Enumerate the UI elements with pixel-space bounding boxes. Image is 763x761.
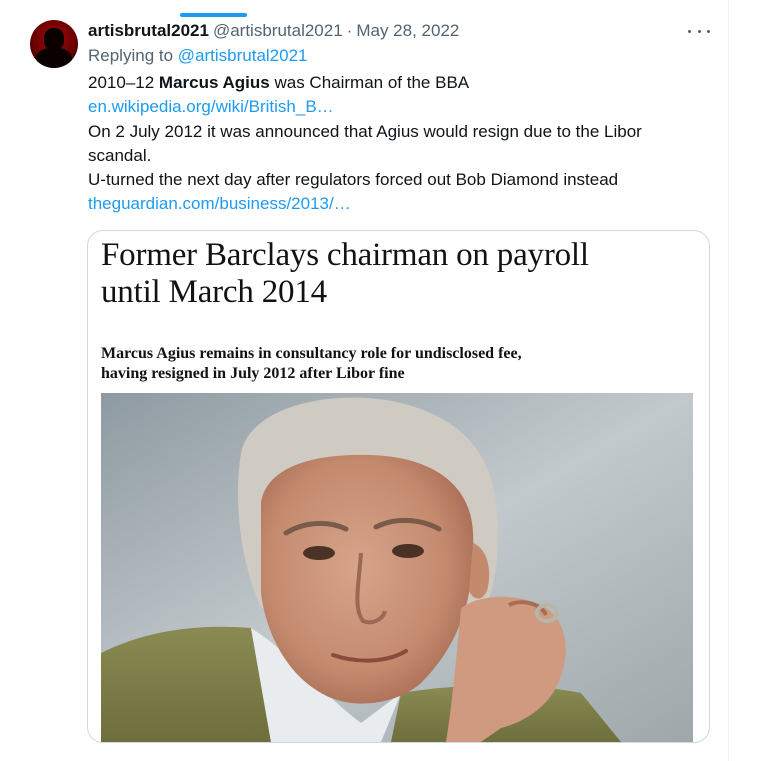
attached-image-card[interactable]: Former Barclays chairman on payroll unti… <box>87 230 710 743</box>
article-headline: Former Barclays chairman on payroll unti… <box>101 237 701 311</box>
portrait-illustration <box>101 393 693 742</box>
standfirst-line: Marcus Agius remains in consultancy role… <box>101 345 522 362</box>
replying-to-handle-link[interactable]: @artisbrutal2021 <box>178 46 308 65</box>
tweet-date[interactable]: May 28, 2022 <box>356 21 459 41</box>
tweet[interactable]: artisbrutal2021 @artisbrutal2021 · May 2… <box>0 0 728 761</box>
wikipedia-link[interactable]: en.wikipedia.org/wiki/British_B… <box>88 95 708 119</box>
display-name[interactable]: artisbrutal2021 <box>88 21 209 41</box>
article-standfirst: Marcus Agius remains in consultancy role… <box>101 344 701 384</box>
guardian-link[interactable]: theguardian.com/business/2013/… <box>88 192 708 216</box>
tweet-line: scandal. <box>88 145 152 165</box>
timeline-border <box>728 0 729 761</box>
more-dot <box>688 29 691 33</box>
tweet-line-prefix: 2010–12 <box>88 73 159 92</box>
headline-line: until March 2014 <box>101 274 327 310</box>
tweet-text: 2010–12 Marcus Agius was Chairman of the… <box>88 71 708 217</box>
tweet-bold-name: Marcus Agius <box>158 73 270 92</box>
user-handle[interactable]: @artisbrutal2021 <box>213 21 343 41</box>
more-dot <box>697 29 701 33</box>
avatar-shoulders-shape <box>36 48 72 68</box>
tweet-line: On 2 July 2012 it was announced that Agi… <box>88 121 642 141</box>
more-options-icon[interactable] <box>688 22 710 40</box>
tweet-line: 2010–12 Marcus Agius was Chairman of the… <box>88 71 708 95</box>
tweet-line-suffix: was Chairman of the BBA <box>269 73 470 92</box>
article-photo <box>101 393 693 742</box>
header-separator: · <box>346 21 353 40</box>
avatar-head-shape <box>44 28 64 50</box>
replying-to-prefix: Replying to <box>88 46 178 65</box>
headline-line: Former Barclays chairman on payroll <box>101 237 589 273</box>
tweet-header: artisbrutal2021 @artisbrutal2021 · May 2… <box>88 20 459 42</box>
avatar[interactable] <box>30 20 78 68</box>
replying-to: Replying to @artisbrutal2021 <box>88 46 308 66</box>
more-dot <box>707 29 710 33</box>
standfirst-line: having resigned in July 2012 after Libor… <box>101 365 405 382</box>
tweet-line: U-turned the next day after regulators f… <box>88 170 619 190</box>
